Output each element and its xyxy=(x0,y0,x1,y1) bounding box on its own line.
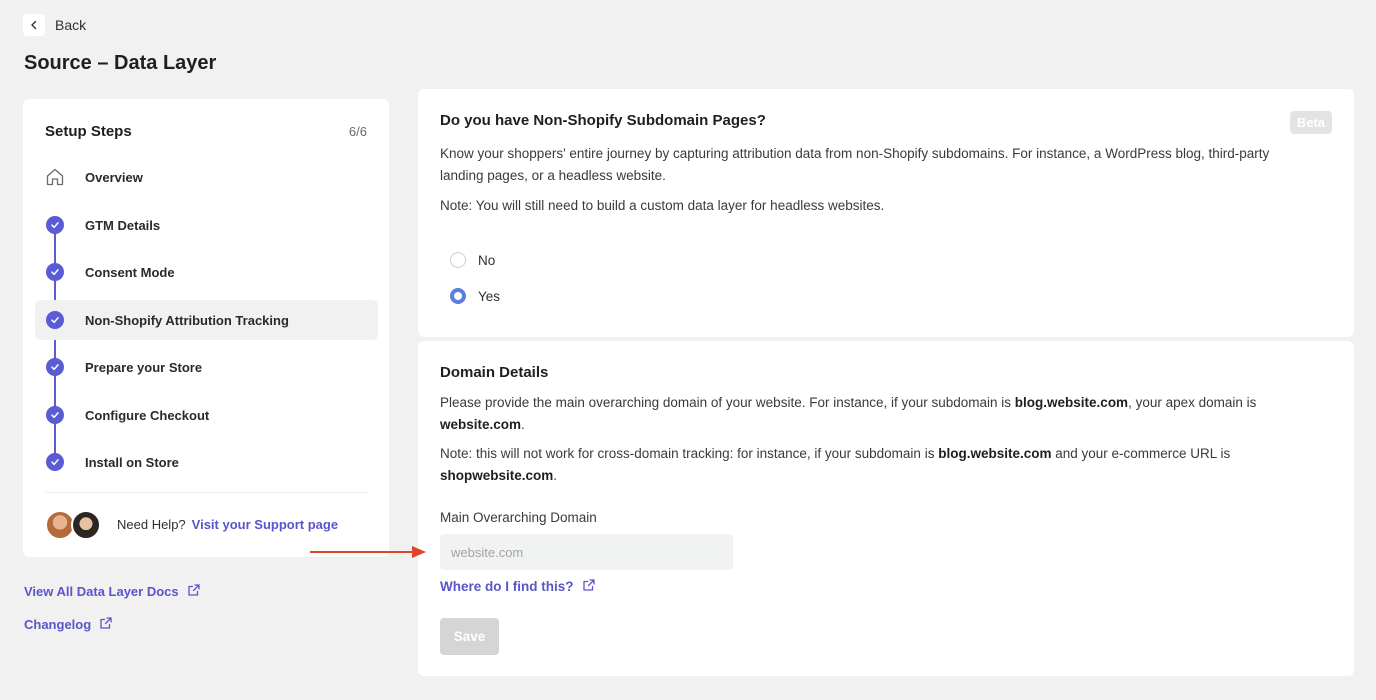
setup-steps-title: Setup Steps xyxy=(45,123,132,140)
step-consent-mode[interactable]: Consent Mode xyxy=(35,252,378,292)
step-marker xyxy=(45,357,65,377)
text: . xyxy=(553,467,558,483)
step-label: Non-Shopify Attribution Tracking xyxy=(85,312,289,328)
radio-option-yes[interactable]: Yes xyxy=(450,288,500,304)
docs-link-label: View All Data Layer Docs xyxy=(24,584,179,599)
setup-steps-count: 6/6 xyxy=(348,124,367,139)
step-marker xyxy=(45,452,65,472)
step-label: Prepare your Store xyxy=(85,359,203,375)
setup-steps-card: Setup Steps 6/6 Overview GTM Details Con… xyxy=(23,99,389,557)
where-find-label: Where do I find this? xyxy=(440,579,574,594)
external-link-icon xyxy=(187,583,201,600)
step-non-shopify-attribution-tracking[interactable]: Non-Shopify Attribution Tracking xyxy=(35,300,378,340)
back-button[interactable]: Back xyxy=(23,14,86,36)
main-domain-input[interactable] xyxy=(440,534,733,570)
text: Note: this will not work for cross-domai… xyxy=(440,446,939,461)
external-link-icon xyxy=(582,578,596,595)
step-label: Install on Store xyxy=(85,454,179,470)
changelog-link[interactable]: Changelog xyxy=(24,616,113,633)
text: . xyxy=(521,416,525,432)
text-bold: blog.website.com xyxy=(1014,395,1129,410)
step-configure-checkout[interactable]: Configure Checkout xyxy=(35,395,378,435)
step-label: Overview xyxy=(85,169,143,185)
step-marker xyxy=(45,215,65,235)
radio-button[interactable] xyxy=(450,252,466,268)
save-button[interactable]: Save xyxy=(440,618,499,655)
main-domain-label: Main Overarching Domain xyxy=(440,510,597,525)
text: Please provide the main overarching doma… xyxy=(440,395,1015,410)
step-install-on-store[interactable]: Install on Store xyxy=(35,442,378,482)
data-layer-docs-link[interactable]: View All Data Layer Docs xyxy=(24,583,201,600)
where-find-link[interactable]: Where do I find this? xyxy=(440,578,596,595)
check-icon xyxy=(46,311,64,329)
step-marker xyxy=(45,310,65,330)
step-gtm-details[interactable]: GTM Details xyxy=(35,205,378,245)
subdomain-title: Do you have Non-Shopify Subdomain Pages? xyxy=(440,112,766,129)
radio-option-no[interactable]: No xyxy=(450,252,495,268)
radio-label: No xyxy=(478,252,496,268)
external-link-icon xyxy=(99,616,113,633)
subdomain-description: Know your shoppers' entire journey by ca… xyxy=(440,146,1270,183)
check-icon xyxy=(46,453,64,471)
check-icon xyxy=(46,406,64,424)
text-bold: blog.website.com xyxy=(938,446,1052,461)
step-label: GTM Details xyxy=(85,217,161,233)
home-icon xyxy=(45,167,65,187)
annotation-arrow-icon xyxy=(310,546,426,558)
domain-details-title: Domain Details xyxy=(440,364,549,381)
help-text: Need Help? xyxy=(117,516,186,532)
domain-details-card: Domain Details Please provide the main o… xyxy=(418,341,1354,676)
subdomain-note: Note: You will still need to build a cus… xyxy=(440,198,885,213)
domain-note: Note: this will not work for cross-domai… xyxy=(440,443,1310,486)
step-overview[interactable]: Overview xyxy=(35,157,378,197)
check-icon xyxy=(46,358,64,376)
beta-badge: Beta xyxy=(1289,111,1332,134)
text: and your e-commerce URL is xyxy=(1051,446,1231,461)
changelog-link-label: Changelog xyxy=(24,617,92,632)
text-bold: shopwebsite.com xyxy=(440,467,554,483)
divider xyxy=(45,492,367,493)
step-label: Configure Checkout xyxy=(85,407,210,423)
radio-label: Yes xyxy=(478,288,501,304)
step-marker xyxy=(45,262,65,282)
text: , your apex domain is xyxy=(1128,395,1257,410)
back-label: Back xyxy=(55,17,87,33)
page-title: Source – Data Layer xyxy=(24,52,217,74)
check-icon xyxy=(46,263,64,281)
avatar xyxy=(71,510,101,540)
domain-description: Please provide the main overarching doma… xyxy=(440,392,1310,435)
radio-button-checked[interactable] xyxy=(450,288,466,304)
help-section: Need Help? Visit your Support page xyxy=(45,507,338,541)
subdomain-card: Do you have Non-Shopify Subdomain Pages?… xyxy=(418,89,1354,337)
text-bold: website.com xyxy=(440,416,522,432)
check-icon xyxy=(46,216,64,234)
step-label: Consent Mode xyxy=(85,264,175,280)
support-page-link[interactable]: Visit your Support page xyxy=(192,517,338,532)
step-marker xyxy=(45,405,65,425)
support-avatars xyxy=(45,507,107,541)
step-prepare-your-store[interactable]: Prepare your Store xyxy=(35,347,378,387)
setup-steps-header: Setup Steps 6/6 xyxy=(45,123,367,140)
chevron-left-icon xyxy=(23,14,45,36)
